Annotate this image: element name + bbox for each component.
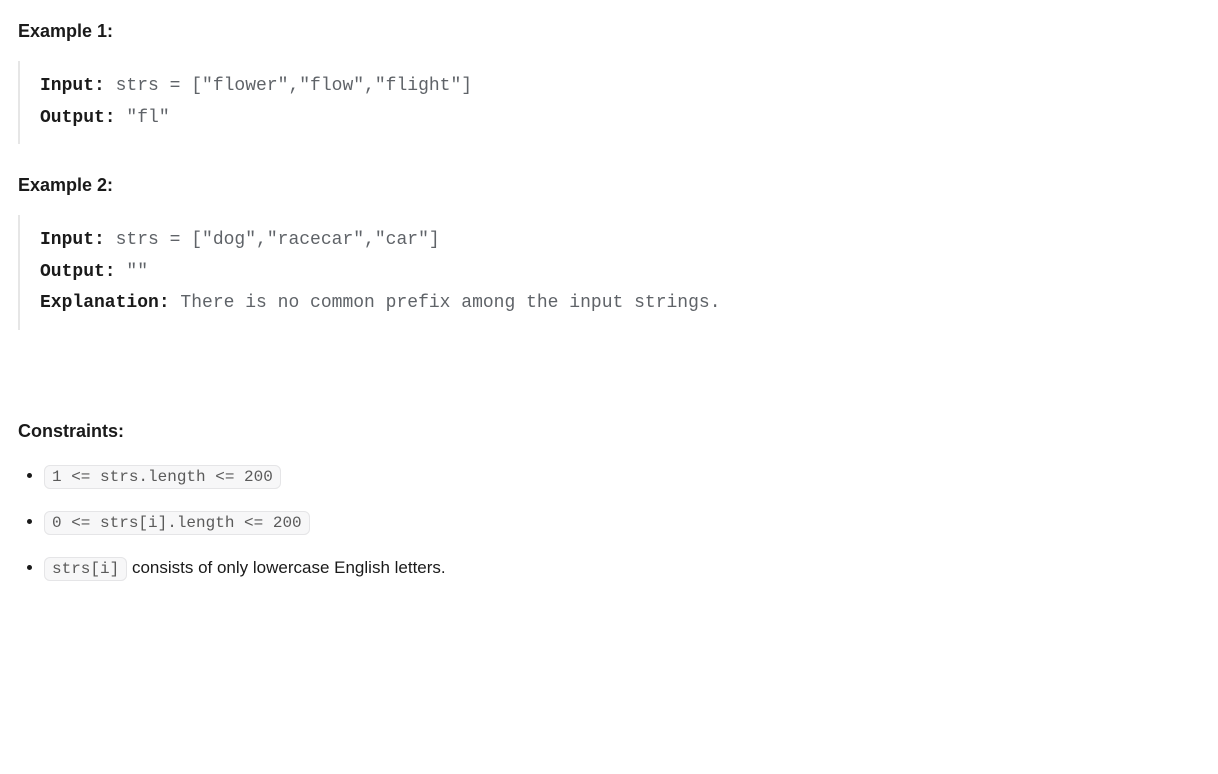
example2-input-value: strs = ["dog","racecar","car"] <box>105 230 440 250</box>
constraint-item: 0 <= strs[i].length <= 200 <box>44 509 1200 535</box>
constraint-code: strs[i] <box>44 557 127 581</box>
example2-input-label: Input: <box>40 230 105 250</box>
constraint-item: 1 <= strs.length <= 200 <box>44 463 1200 489</box>
example2-explanation-label: Explanation: <box>40 293 170 313</box>
example1-output-label: Output: <box>40 108 116 128</box>
example2-output-value: "" <box>116 262 148 282</box>
example1-input-label: Input: <box>40 76 105 96</box>
example2-codeblock: Input: strs = ["dog","racecar","car"] Ou… <box>18 215 1200 330</box>
example1-input-value: strs = ["flower","flow","flight"] <box>105 76 472 96</box>
example2-output-label: Output: <box>40 262 116 282</box>
example2-heading: Example 2: <box>18 172 1200 199</box>
section-spacer <box>18 358 1200 418</box>
example1-codeblock: Input: strs = ["flower","flow","flight"]… <box>18 61 1200 144</box>
example1-heading: Example 1: <box>18 18 1200 45</box>
constraint-code: 0 <= strs[i].length <= 200 <box>44 511 310 535</box>
constraints-heading: Constraints: <box>18 418 1200 445</box>
constraint-code: 1 <= strs.length <= 200 <box>44 465 281 489</box>
constraints-list: 1 <= strs.length <= 200 0 <= strs[i].len… <box>18 463 1200 581</box>
example2-explanation-value: There is no common prefix among the inpu… <box>170 293 721 313</box>
constraint-text: consists of only lowercase English lette… <box>127 558 445 577</box>
example1-output-value: "fl" <box>116 108 170 128</box>
constraint-item: strs[i] consists of only lowercase Engli… <box>44 555 1200 581</box>
